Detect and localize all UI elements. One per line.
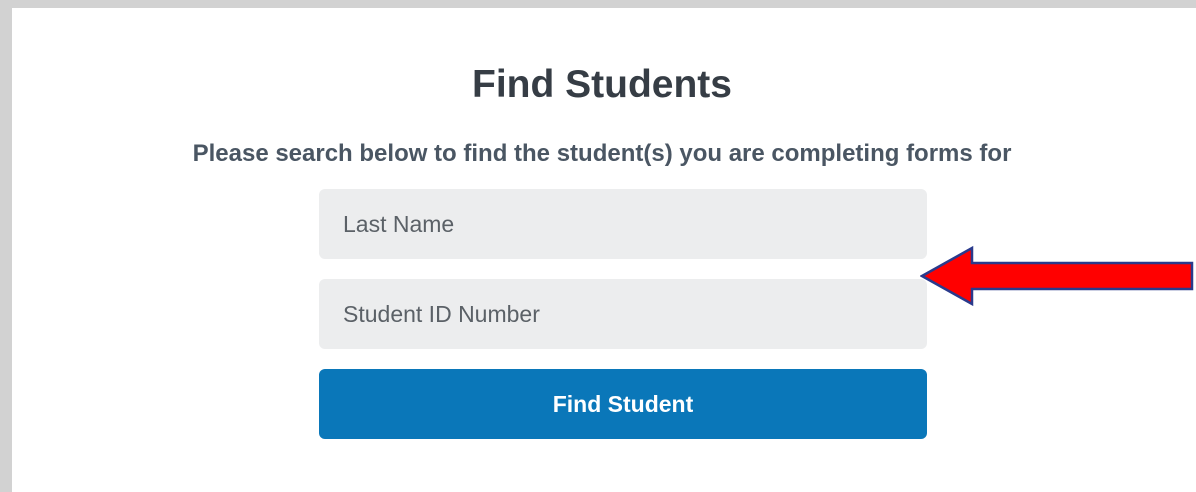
red-arrow-left-icon: [920, 245, 1194, 307]
student-id-input[interactable]: [319, 279, 927, 349]
find-student-button[interactable]: Find Student: [319, 369, 927, 439]
last-name-input[interactable]: [319, 189, 927, 259]
page-title: Find Students: [472, 63, 732, 106]
page-subtitle: Please search below to find the student(…: [192, 140, 1012, 167]
